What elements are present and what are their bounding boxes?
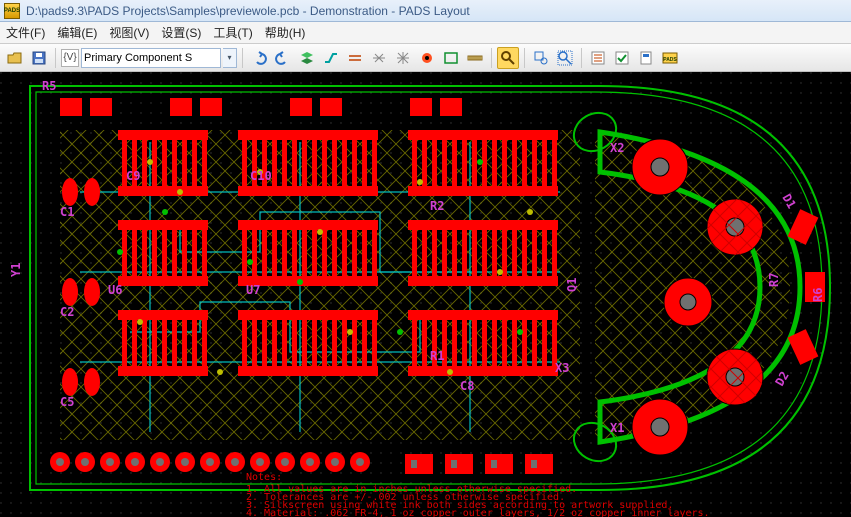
diffpair-icon bbox=[347, 50, 363, 66]
menu-setup[interactable]: 设置(S) bbox=[161, 24, 201, 41]
via-button[interactable] bbox=[416, 47, 438, 69]
refdes-u7: U7 bbox=[246, 283, 260, 297]
via-icon bbox=[419, 50, 435, 66]
pcb-canvas[interactable]: X2 X1 Q1 D1 D2 R6 R7 bbox=[0, 72, 851, 517]
toolbar-separator bbox=[55, 48, 56, 68]
output-icon bbox=[638, 50, 654, 66]
rule-icon bbox=[590, 50, 606, 66]
menu-help[interactable]: 帮助(H) bbox=[265, 24, 306, 41]
pads-icon: PADS bbox=[662, 50, 678, 66]
layer-button[interactable] bbox=[296, 47, 318, 69]
pads-link-button[interactable]: PADS bbox=[659, 47, 681, 69]
menu-file[interactable]: 文件(F) bbox=[6, 24, 45, 41]
refdes-r2: R2 bbox=[430, 199, 444, 213]
toolbar-separator bbox=[491, 48, 492, 68]
titlebar: PADS D:\pads9.3\PADS Projects\Samples\pr… bbox=[0, 0, 851, 22]
notes-header: Notes: bbox=[246, 472, 282, 483]
rule-button[interactable] bbox=[587, 47, 609, 69]
refdes-c10: C10 bbox=[250, 169, 272, 183]
open-icon bbox=[7, 50, 23, 66]
drc-button[interactable] bbox=[611, 47, 633, 69]
refdes-r5: R5 bbox=[42, 79, 56, 93]
menu-edit[interactable]: 编辑(E) bbox=[57, 24, 97, 41]
save-button[interactable] bbox=[28, 47, 50, 69]
route-button[interactable] bbox=[320, 47, 342, 69]
refdes-c9: C9 bbox=[126, 169, 140, 183]
measure-icon bbox=[467, 50, 483, 66]
diffpair-button[interactable] bbox=[344, 47, 366, 69]
undo-icon bbox=[251, 50, 267, 66]
refdes-c1: C1 bbox=[60, 205, 74, 219]
menu-tools[interactable]: 工具(T) bbox=[213, 24, 252, 41]
zoom-window-button[interactable] bbox=[530, 47, 552, 69]
menu-view[interactable]: 视图(V) bbox=[109, 24, 149, 41]
measure-button[interactable] bbox=[464, 47, 486, 69]
refdes-c8: C8 bbox=[460, 379, 474, 393]
selection-filter-dropdown[interactable]: ▾ bbox=[223, 48, 237, 68]
refdes-c2: C2 bbox=[60, 305, 74, 319]
zoom-extents-icon bbox=[557, 50, 573, 66]
refdes-x1: X1 bbox=[610, 421, 624, 435]
layer-icon bbox=[299, 50, 315, 66]
selection-filter-input[interactable] bbox=[81, 48, 221, 68]
refdes-r7: R7 bbox=[767, 273, 781, 287]
refdes-u6: U6 bbox=[108, 283, 122, 297]
zoom-icon bbox=[500, 50, 516, 66]
pcb-drawing: X2 X1 Q1 D1 D2 R6 R7 bbox=[0, 72, 851, 517]
drc-icon bbox=[614, 50, 630, 66]
refdes-x3: X3 bbox=[555, 361, 569, 375]
refdes-r6: R6 bbox=[811, 288, 825, 302]
refdes-y1: Y1 bbox=[9, 263, 23, 277]
open-button[interactable] bbox=[4, 47, 26, 69]
zoom-extents-button[interactable] bbox=[554, 47, 576, 69]
route-icon bbox=[323, 50, 339, 66]
board-outline-button[interactable] bbox=[440, 47, 462, 69]
zoom-button[interactable] bbox=[497, 47, 519, 69]
unroute-icon bbox=[371, 50, 387, 66]
menubar: 文件(F) 编辑(E) 视图(V) 设置(S) 工具(T) 帮助(H) bbox=[0, 22, 851, 44]
undo-button[interactable] bbox=[248, 47, 270, 69]
select-prefix-button[interactable]: {V} bbox=[61, 49, 79, 67]
refdes-c5: C5 bbox=[60, 395, 74, 409]
output-button[interactable] bbox=[635, 47, 657, 69]
save-icon bbox=[31, 50, 47, 66]
star-button[interactable] bbox=[392, 47, 414, 69]
zoom-window-icon bbox=[533, 50, 549, 66]
refdes-q1: Q1 bbox=[565, 278, 579, 292]
unroute-button[interactable] bbox=[368, 47, 390, 69]
board-outline-icon bbox=[443, 50, 459, 66]
app-icon: PADS bbox=[4, 3, 20, 19]
refdes-r1: R1 bbox=[430, 349, 444, 363]
redo-icon bbox=[275, 50, 291, 66]
window-title: D:\pads9.3\PADS Projects\Samples\preview… bbox=[26, 4, 470, 18]
toolbar-separator bbox=[242, 48, 243, 68]
toolbar: {V} ▾ PADS bbox=[0, 44, 851, 72]
svg-text:PADS: PADS bbox=[663, 57, 677, 63]
star-icon bbox=[395, 50, 411, 66]
toolbar-separator bbox=[524, 48, 525, 68]
toolbar-separator bbox=[581, 48, 582, 68]
redo-button[interactable] bbox=[272, 47, 294, 69]
refdes-x2: X2 bbox=[610, 141, 624, 155]
selection-filter-wrap: {V} ▾ bbox=[61, 48, 237, 68]
